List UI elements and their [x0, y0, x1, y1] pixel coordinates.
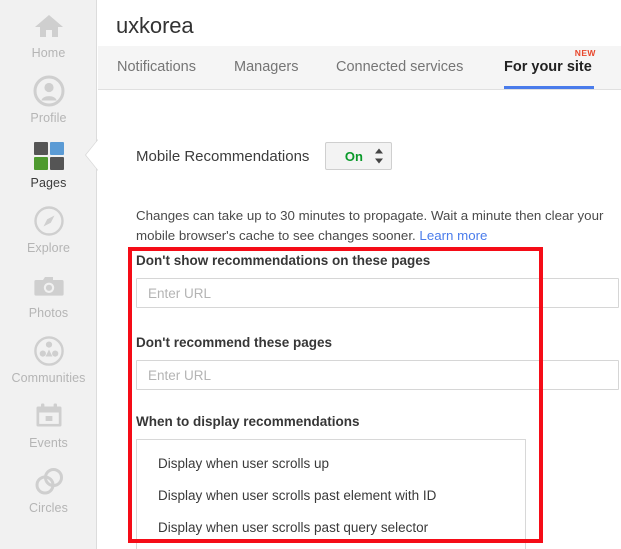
mobile-recommendations-select[interactable]: On: [325, 142, 393, 170]
tab-notifications[interactable]: Notifications: [117, 46, 196, 89]
learn-more-link[interactable]: Learn more: [419, 228, 487, 243]
sidebar-item-photos[interactable]: Photos: [0, 260, 97, 325]
photos-camera-icon: [31, 269, 67, 303]
sidebar-item-label: Profile: [30, 111, 67, 125]
section-title: Don't show recommendations on these page…: [136, 253, 431, 268]
circles-icon: [31, 464, 67, 498]
sidebar-item-explore[interactable]: Explore: [0, 195, 97, 260]
content-column: uxkorea Notifications Managers Connected…: [98, 0, 621, 549]
tab-for-your-site[interactable]: For your site NEW: [504, 46, 596, 89]
tab-label: Managers: [234, 59, 299, 75]
info-sentence: Changes can take up to 30 minutes to pro…: [136, 208, 604, 244]
events-calendar-icon: [31, 399, 67, 433]
updown-arrows-icon: [374, 148, 383, 164]
section-when-to-display: When to display recommendations Display …: [136, 414, 526, 549]
sidebar-item-home[interactable]: Home: [0, 0, 97, 65]
tab-label: For your site: [504, 59, 592, 75]
sidebar-item-label: Photos: [28, 306, 69, 320]
list-item[interactable]: Display when user scrolls past element w…: [137, 480, 525, 512]
panel-body: Mobile Recommendations On Changes can ta…: [98, 91, 621, 549]
list-item[interactable]: Display when user scrolls past query sel…: [137, 512, 525, 544]
list-item[interactable]: Display when user scrolls up: [137, 448, 525, 480]
section-dont-show-recommendations: Don't show recommendations on these page…: [136, 253, 619, 308]
pages-icon: [31, 139, 67, 173]
sidebar-item-label: Events: [29, 436, 68, 450]
section-title: Don't recommend these pages: [136, 335, 333, 350]
propagation-info-text: Changes can take up to 30 minutes to pro…: [136, 206, 611, 246]
sidebar-item-label: Communities: [11, 371, 86, 385]
dont-recommend-url-input[interactable]: [136, 360, 619, 390]
sidebar-item-label: Pages: [30, 176, 67, 190]
mobile-recommendations-row: Mobile Recommendations On: [136, 142, 393, 170]
sidebar-item-label: Explore: [26, 241, 71, 255]
sidebar-item-communities[interactable]: Communities: [0, 325, 97, 390]
app-root: Home Profile Pages Explore Photos Commun…: [0, 0, 621, 549]
tab-label: Connected services: [336, 59, 464, 75]
dont-show-url-input[interactable]: [136, 278, 619, 308]
explore-compass-icon: [31, 204, 67, 238]
section-dont-recommend-pages: Don't recommend these pages: [136, 335, 619, 390]
section-title: When to display recommendations: [136, 414, 360, 429]
communities-icon: [31, 334, 67, 368]
tab-managers[interactable]: Managers: [234, 46, 298, 89]
tab-connected-services[interactable]: Connected services: [336, 46, 463, 89]
sidebar-item-label: Circles: [29, 501, 68, 515]
home-icon: [31, 9, 67, 43]
sidebar-item-label: Home: [31, 46, 66, 60]
left-nav-rail: Home Profile Pages Explore Photos Commun…: [0, 0, 97, 549]
new-badge: NEW: [574, 48, 596, 58]
mobile-recommendations-label: Mobile Recommendations: [136, 147, 310, 165]
profile-icon: [31, 74, 67, 108]
tab-label: Notifications: [117, 59, 196, 75]
sidebar-item-profile[interactable]: Profile: [0, 65, 97, 130]
sidebar-item-pages[interactable]: Pages: [0, 130, 97, 195]
tab-bar: Notifications Managers Connected service…: [98, 46, 621, 90]
display-trigger-option-list: Display when user scrolls up Display whe…: [136, 439, 526, 549]
sidebar-item-circles[interactable]: Circles: [0, 455, 97, 520]
sidebar-item-events[interactable]: Events: [0, 390, 97, 455]
page-title: uxkorea: [116, 13, 194, 38]
